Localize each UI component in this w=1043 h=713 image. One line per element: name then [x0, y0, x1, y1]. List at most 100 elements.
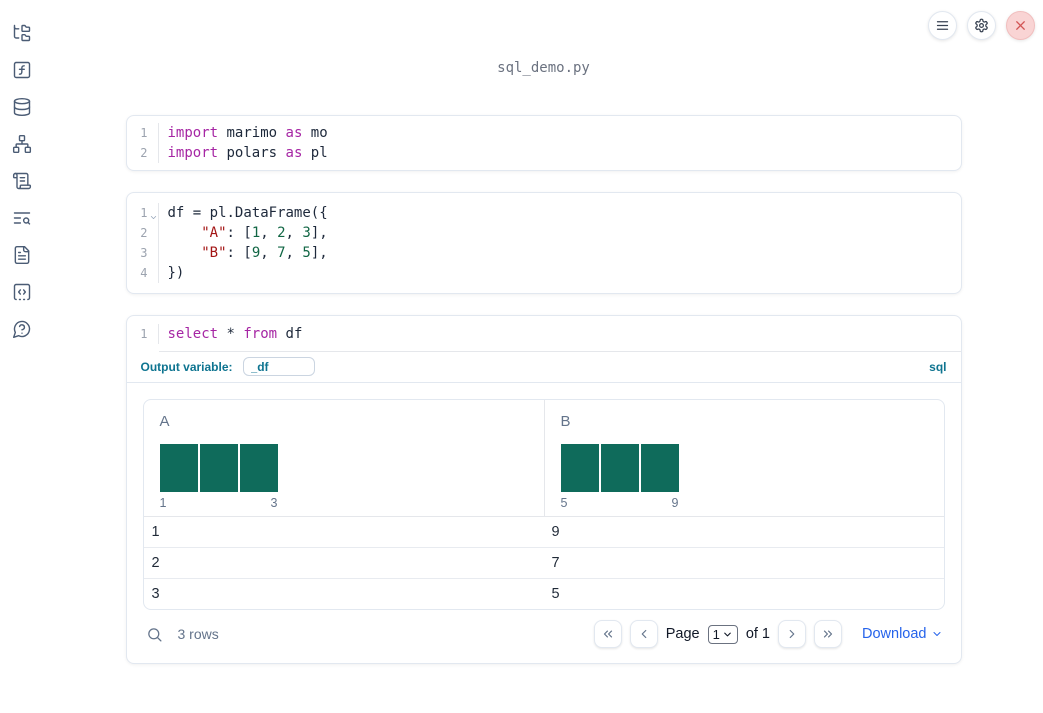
code-snippet-icon	[13, 283, 31, 301]
code-line: 1 select * from df	[127, 324, 961, 344]
table-cell: 5	[551, 586, 560, 602]
output-panel: A13B59 192735 3 rows Page 1 of 1 Downloa…	[127, 383, 961, 663]
line-number: 1	[127, 203, 159, 223]
settings-button[interactable]	[967, 11, 996, 40]
code-line: 1 import marimo as mo	[127, 123, 961, 143]
histogram-bar	[640, 444, 679, 492]
table-cell: 3	[151, 586, 160, 602]
sql-cell-block: 1 select * from df Output variable: sql A…	[125, 315, 962, 664]
line-number: 1	[127, 123, 159, 143]
data-table: A13B59 192735	[142, 399, 945, 610]
table-header: A13B59	[143, 400, 944, 517]
marimo-app: sql_demo.py 1 import marimo as mo 2 import …	[0, 0, 1043, 713]
sidebar	[0, 0, 44, 713]
table-cell: 9	[551, 524, 560, 540]
shutdown-button[interactable]	[1006, 11, 1035, 40]
last-page-button[interactable]	[814, 620, 842, 648]
text-search-icon	[13, 212, 31, 225]
column-header-A[interactable]: A 1 3	[144, 400, 544, 516]
histogram-max-label: 9	[671, 496, 679, 510]
menu-button[interactable]	[928, 11, 957, 40]
notebook-main: sql_demo.py 1 import marimo as mo 2 import …	[44, 0, 1043, 713]
next-page-button[interactable]	[778, 620, 806, 648]
database-icon	[13, 97, 31, 117]
cells-column: 1 import marimo as mo 2 import polars as pl…	[125, 115, 962, 664]
code-text: import marimo as mo	[167, 125, 328, 141]
chevron-down-icon	[933, 632, 940, 636]
column-name: A	[159, 413, 170, 430]
table-row: 27	[143, 547, 944, 578]
sidebar-item-file-explorer[interactable]	[10, 21, 34, 45]
search-icon	[148, 627, 162, 642]
first-page-button[interactable]	[593, 620, 622, 648]
sql-editor[interactable]: 1 select * from df	[127, 316, 961, 351]
output-variable-input[interactable]	[242, 357, 315, 376]
code-text: })	[167, 265, 185, 281]
page-label: Page	[665, 626, 700, 642]
column-header-B[interactable]: B59	[543, 400, 944, 516]
table-cell: 1	[151, 524, 160, 540]
code-line: 1 df = pl.DataFrame({	[127, 203, 961, 223]
previous-page-button[interactable]	[629, 620, 658, 648]
search-button[interactable]	[145, 624, 165, 644]
code-cell-imports[interactable]: 1 import marimo as mo 2 import polars as pl	[125, 115, 962, 171]
sql-cell-footer: Output variable: sql	[126, 352, 961, 383]
chevrons-left-icon	[603, 630, 612, 638]
row-count: 3 rows	[177, 626, 219, 642]
function-square-icon	[13, 61, 31, 79]
table-cell: 7	[551, 555, 560, 571]
page-select-value: 1	[712, 626, 720, 642]
histogram-axis-labels: 59	[561, 496, 679, 510]
page-of-label: of 1	[745, 626, 770, 642]
histogram-bar	[600, 444, 639, 492]
gear-icon	[975, 18, 988, 33]
code-line: 3 "B": [9, 7, 5],	[127, 243, 961, 263]
sidebar-item-logs[interactable]	[10, 206, 34, 230]
code-line: 2 "A": [1, 2, 3],	[127, 223, 961, 243]
sidebar-item-documentation[interactable]	[10, 243, 34, 267]
chevron-down-icon	[724, 632, 731, 636]
close-x-icon	[1016, 21, 1025, 30]
histogram-bar	[199, 444, 238, 492]
help-circle-icon	[12, 320, 31, 339]
sidebar-item-dependency-graph[interactable]	[10, 132, 34, 156]
code-text: select * from df	[167, 326, 303, 342]
sidebar-item-scratchpad[interactable]	[10, 169, 34, 193]
histogram-bar	[560, 444, 599, 492]
table-body: 192735	[143, 517, 944, 609]
sidebar-item-snippets[interactable]	[10, 280, 34, 304]
histogram-bar	[159, 444, 198, 492]
file-text-icon	[14, 245, 30, 265]
table-footer: 3 rows Page 1 of 1 Download	[143, 620, 945, 648]
code-cell-dataframe[interactable]: 1 df = pl.DataFrame({2 "A": [1, 2, 3], 3 "…	[125, 192, 962, 294]
network-icon	[12, 134, 32, 154]
sql-language-badge: sql	[929, 359, 947, 374]
histogram-min-label: 1	[159, 496, 167, 510]
output-variable-label: Output variable:	[140, 359, 233, 374]
column-histogram	[560, 444, 928, 492]
sidebar-item-variables[interactable]	[10, 58, 34, 82]
notebook-filename: sql_demo.py	[497, 60, 590, 76]
page-select[interactable]: 1	[707, 624, 738, 644]
histogram-max-label: 3	[270, 496, 278, 510]
sidebar-item-data-sources[interactable]	[10, 95, 34, 119]
chevrons-right-icon	[823, 630, 833, 638]
line-number: 1	[127, 324, 159, 344]
hamburger-menu-icon	[936, 21, 949, 30]
folder-tree-icon	[13, 24, 31, 42]
topbar	[928, 11, 1035, 40]
line-number: 3	[127, 243, 159, 263]
chevron-right-icon	[789, 629, 795, 639]
column-name: B	[560, 413, 571, 430]
scroll-icon	[12, 172, 32, 190]
code-text: "B": [9, 7, 5],	[201, 245, 328, 261]
pagination: Page 1 of 1 Download	[593, 620, 943, 648]
sidebar-item-help[interactable]	[10, 317, 34, 341]
chevron-left-icon	[641, 629, 647, 639]
table-row: 35	[143, 578, 944, 609]
download-button[interactable]: Download	[862, 626, 943, 642]
code-text: "A": [1, 2, 3],	[201, 225, 328, 241]
table-row: 19	[144, 517, 944, 547]
histogram-min-label: 5	[560, 496, 568, 510]
line-number: 2	[127, 143, 159, 163]
